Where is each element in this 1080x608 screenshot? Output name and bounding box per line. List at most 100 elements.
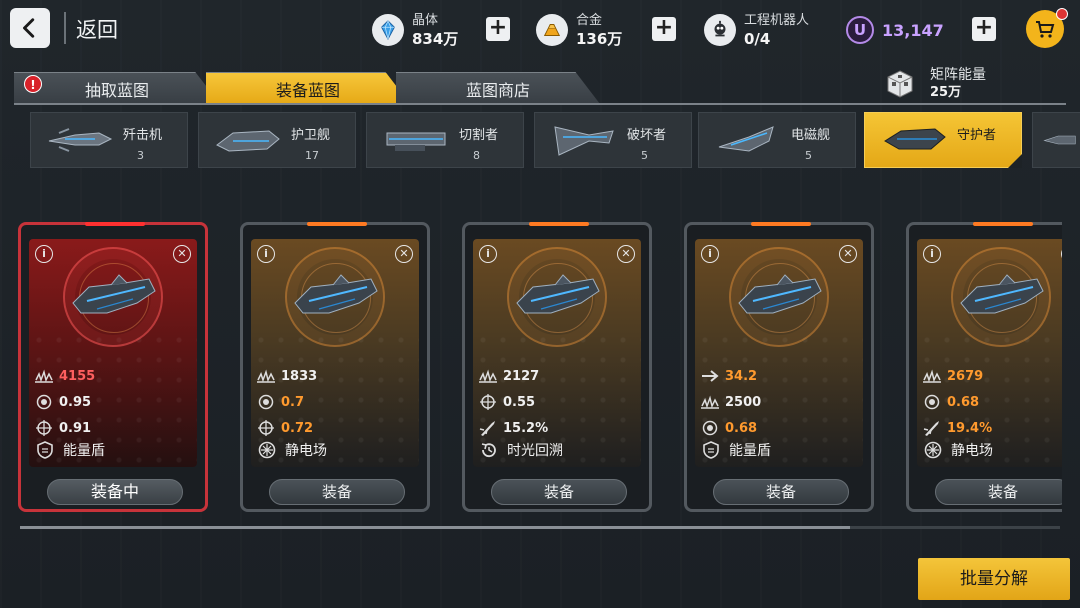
stat-value: 34.2 [725, 368, 758, 384]
add-u-currency-button[interactable]: + [972, 17, 996, 41]
power-icon [921, 367, 943, 385]
info-icon[interactable]: i [257, 245, 275, 263]
skill-label: 能量盾 [63, 443, 105, 459]
guardian-ship-image [511, 269, 603, 325]
shop-cart-button[interactable] [1026, 8, 1068, 48]
u-currency-icon: U [846, 16, 874, 44]
robot-icon [704, 14, 736, 46]
ship-type-interceptor[interactable]: 歼击机 3 [30, 112, 188, 168]
card-indicator-light [85, 222, 145, 226]
bulk-dismantle-button[interactable]: 批量分解 [918, 558, 1070, 600]
close-icon[interactable]: ✕ [839, 245, 857, 263]
stat-value: 2127 [503, 368, 540, 384]
equip-button[interactable]: 装备 [491, 479, 627, 505]
blueprint-card-equipped[interactable]: i ✕ 4155 0.95 0.91 能量盾 装备中 [18, 222, 208, 512]
info-icon[interactable]: i [35, 245, 53, 263]
blueprint-card[interactable]: i ✕ 34.2 2500 0.68 能量盾 装备 [684, 222, 874, 512]
info-icon[interactable]: i [479, 245, 497, 263]
stat-row: 0.55 [477, 391, 535, 413]
ship-icon [48, 128, 113, 152]
equipped-status-button[interactable]: 装备中 [47, 479, 183, 505]
ship-type-label: 歼击机 [123, 128, 163, 143]
card-body: i ✕ 2127 0.55 15.2% 时光回溯 [473, 239, 641, 467]
close-icon[interactable]: ✕ [395, 245, 413, 263]
stat-row: 1833 [255, 365, 317, 387]
tab-label: 蓝图商店 [465, 80, 530, 100]
notification-dot [1056, 8, 1068, 20]
ship-icon [1043, 135, 1076, 145]
tab-blueprint-shop[interactable]: 蓝图商店 [396, 72, 600, 104]
skill-row: 静电场 [257, 439, 327, 461]
card-body: i ✕ 2679 0.68 19.4% 静电场 [917, 239, 1062, 467]
card-body: i ✕ 4155 0.95 0.91 能量盾 [29, 239, 197, 467]
ship-type-count: 17 [305, 149, 319, 162]
stat-row: 2127 [477, 365, 539, 387]
blueprint-card[interactable]: i ✕ 2679 0.68 19.4% 静电场装备 [906, 222, 1062, 512]
ship-icon [386, 132, 446, 151]
close-icon[interactable]: ✕ [1061, 245, 1062, 263]
guardian-ship-image [67, 269, 159, 325]
ship-type-more[interactable] [1032, 112, 1080, 168]
ship-type-label: 守护者 [957, 128, 997, 143]
ship-icon [554, 126, 614, 156]
add-crystal-button[interactable]: + [486, 17, 510, 41]
stat-value: 0.91 [59, 420, 92, 436]
robot-name: 工程机器人 [744, 13, 810, 28]
u-currency-resource: U 13,147 [846, 8, 944, 52]
time-rewind-icon [479, 440, 499, 460]
card-body: i ✕ 1833 0.7 0.72 静电场 [251, 239, 419, 467]
robot-resource: 工程机器人 0/4 [704, 8, 809, 52]
stat-row: 2679 [921, 365, 983, 387]
static-field-icon [257, 440, 277, 460]
close-icon[interactable]: ✕ [173, 245, 191, 263]
ship-type-count: 5 [805, 149, 812, 162]
blueprint-card[interactable]: i ✕ 2127 0.55 15.2% 时光回溯 装备 [462, 222, 652, 512]
gear-icon [33, 393, 55, 411]
ship-type-cutter[interactable]: 切割者 8 [366, 112, 524, 168]
ship-type-label: 电磁舰 [791, 128, 831, 143]
ship-type-destroyer[interactable]: 破坏者 5 [534, 112, 692, 168]
alert-badge-icon: ! [24, 75, 42, 93]
crosshair-icon [477, 393, 499, 411]
crystal-icon [372, 14, 404, 46]
info-icon[interactable]: i [923, 245, 941, 263]
ship-type-guardian[interactable]: 守护者 [864, 112, 1022, 168]
stat-value: 0.68 [725, 420, 758, 436]
skill-row: 静电场 [923, 439, 993, 461]
gear-icon [255, 393, 277, 411]
back-label[interactable]: 返回 [76, 14, 118, 44]
info-icon[interactable]: i [701, 245, 719, 263]
ship-icon [884, 128, 946, 150]
ship-type-frigate[interactable]: 护卫舰 17 [198, 112, 356, 168]
card-indicator-light [751, 222, 811, 226]
close-icon[interactable]: ✕ [617, 245, 635, 263]
power-icon [33, 367, 55, 385]
top-bar: 返回 晶体 834万 + 合金 136万 + 工程机器人 0/4 U 13,14… [0, 0, 1080, 62]
blueprint-screen: 返回 晶体 834万 + 合金 136万 + 工程机器人 0/4 U 13,14… [0, 0, 1080, 608]
crosshair-icon [33, 419, 55, 437]
ship-type-emp-ship[interactable]: 电磁舰 5 [698, 112, 856, 168]
tab-equip-blueprint[interactable]: 装备蓝图 [206, 72, 410, 104]
crystal-value: 834万 [412, 30, 459, 48]
stat-row: 0.68 [699, 417, 757, 439]
arrow-icon [699, 367, 721, 385]
matrix-value: 25万 [930, 85, 962, 100]
add-alloy-button[interactable]: + [652, 17, 676, 41]
chevron-left-icon [23, 18, 35, 38]
crystal-name: 晶体 [412, 13, 439, 28]
equip-button[interactable]: 装备 [713, 479, 849, 505]
ship-type-label: 破坏者 [627, 128, 667, 143]
equip-button[interactable]: 装备 [935, 479, 1062, 505]
stat-value: 19.4% [947, 420, 993, 436]
scroll-thumb[interactable] [20, 526, 850, 529]
stat-row: 34.2 [699, 365, 757, 387]
stat-row: 0.91 [33, 417, 91, 439]
equip-button[interactable]: 装备 [269, 479, 405, 505]
stat-value: 0.7 [281, 394, 305, 410]
back-button[interactable] [10, 8, 50, 48]
tab-draw-blueprint[interactable]: ! 抽取蓝图 [14, 72, 220, 104]
blueprint-card[interactable]: i ✕ 1833 0.7 0.72 静电场 装备 [240, 222, 430, 512]
stat-row: 15.2% [477, 417, 548, 439]
ship-type-count: 3 [137, 149, 144, 162]
alloy-name: 合金 [576, 13, 603, 28]
